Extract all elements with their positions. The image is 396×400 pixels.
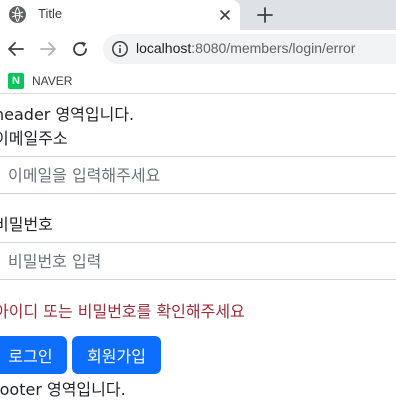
- url-text: localhost:8080/members/login/error: [136, 40, 355, 56]
- tab-strip: Title: [0, 0, 396, 30]
- forward-arrow-icon[interactable]: [38, 39, 58, 59]
- bookmark-label: NAVER: [32, 74, 73, 88]
- browser-toolbar: localhost:8080/members/login/error: [0, 30, 396, 68]
- bookmark-naver[interactable]: N NAVER: [8, 72, 72, 90]
- password-label: 비밀번호: [0, 215, 53, 234]
- bookmarks-bar: N NAVER: [0, 68, 396, 94]
- header-text: header 영역입니다.: [0, 105, 135, 124]
- address-bar[interactable]: localhost:8080/members/login/error: [103, 34, 396, 64]
- email-input[interactable]: [0, 156, 396, 194]
- signup-button[interactable]: 회원가입: [72, 336, 161, 374]
- page-content: header 영역입니다. 이메일주소 비밀번호 아이디 또는 비밀번호를 확인…: [0, 95, 396, 399]
- url-path: :8080/members/login/error: [191, 40, 356, 56]
- globe-icon: [9, 6, 26, 23]
- login-button[interactable]: 로그인: [0, 336, 67, 374]
- close-tab-icon[interactable]: [216, 6, 234, 24]
- info-icon[interactable]: [111, 40, 129, 58]
- url-host: localhost: [136, 40, 192, 56]
- tab-title: Title: [38, 6, 63, 21]
- back-arrow-icon[interactable]: [6, 39, 26, 59]
- footer-text: footer 영역입니다.: [0, 380, 126, 399]
- browser-tab[interactable]: Title: [0, 0, 240, 30]
- email-label: 이메일주소: [0, 129, 68, 148]
- error-message: 아이디 또는 비밀번호를 확인해주세요: [0, 302, 245, 321]
- new-tab-icon[interactable]: [255, 5, 275, 25]
- reload-icon[interactable]: [70, 39, 90, 59]
- password-input[interactable]: [0, 242, 396, 280]
- naver-logo-icon: N: [8, 73, 24, 89]
